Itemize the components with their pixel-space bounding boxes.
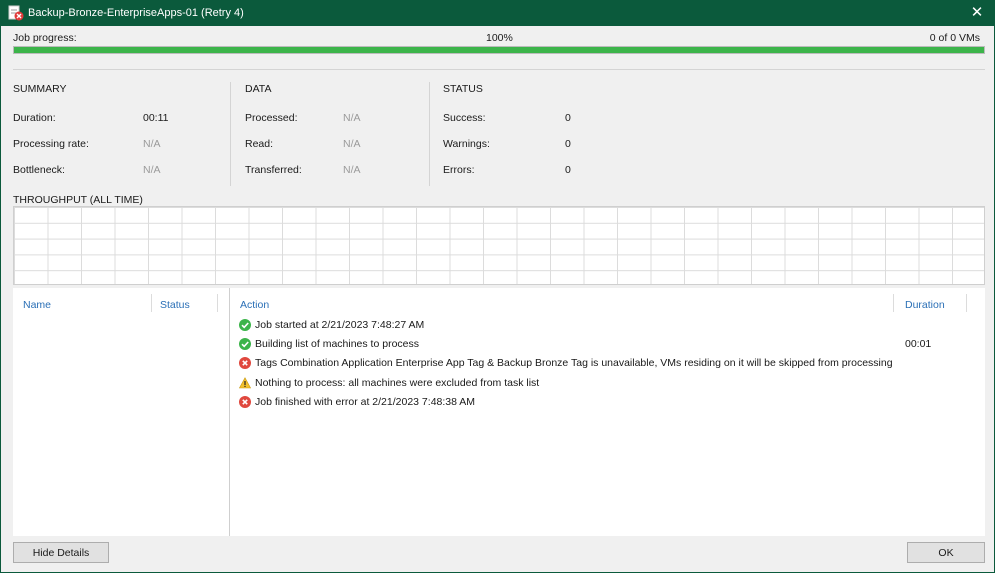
transferred-label: Transferred: (245, 164, 302, 176)
log-entry[interactable]: Job started at 2/21/2023 7:48:27 AM (239, 318, 424, 332)
log-entry-text: Nothing to process: all machines were ex… (255, 377, 540, 389)
column-separator (966, 294, 967, 312)
hide-details-button[interactable]: Hide Details (13, 542, 109, 563)
divider (230, 82, 231, 186)
read-label: Read: (245, 138, 274, 150)
status-heading: STATUS (443, 83, 483, 95)
column-header-name[interactable]: Name (23, 299, 51, 311)
vm-count: 0 of 0 VMs (929, 32, 980, 44)
read-value: N/A (343, 138, 361, 150)
close-icon[interactable]: ✕ (967, 3, 987, 23)
log-entry[interactable]: Tags Combination Application Enterprise … (239, 356, 893, 370)
duration-value: 00:11 (143, 112, 169, 124)
column-header-duration[interactable]: Duration (905, 299, 945, 311)
throughput-chart (13, 206, 985, 285)
processing-rate-value: N/A (143, 138, 161, 150)
log-entry-text: Job started at 2/21/2023 7:48:27 AM (255, 319, 425, 331)
log-entry-duration: 00:01 (905, 338, 932, 350)
log-entry[interactable]: Nothing to process: all machines were ex… (238, 376, 540, 390)
pane-divider[interactable] (229, 288, 230, 536)
summary-heading: SUMMARY (13, 83, 67, 95)
log-entry[interactable]: Job finished with error at 2/21/2023 7:4… (239, 395, 475, 409)
success-icon (239, 319, 251, 331)
divider (429, 82, 430, 186)
warnings-label: Warnings: (443, 138, 490, 150)
error-icon (239, 396, 251, 408)
log-entry-text: Tags Combination Application Enterprise … (255, 357, 893, 369)
details-pane: Name Status Action Duration Job started … (13, 288, 985, 536)
log-entry[interactable]: Building list of machines to process (239, 337, 419, 351)
throughput-heading: THROUGHPUT (ALL TIME) (13, 194, 143, 206)
success-icon (239, 338, 251, 350)
ok-button[interactable]: OK (907, 542, 985, 563)
bottleneck-label: Bottleneck: (13, 164, 65, 176)
job-progress-percent: 100% (486, 32, 513, 44)
transferred-value: N/A (343, 164, 361, 176)
job-progress-fill (14, 47, 984, 53)
job-progress-bar (13, 46, 985, 54)
log-entry-text: Job finished with error at 2/21/2023 7:4… (255, 396, 476, 408)
veeam-job-icon (7, 4, 25, 22)
success-label: Success: (443, 112, 486, 124)
processed-label: Processed: (245, 112, 298, 124)
job-progress-label: Job progress: (13, 32, 77, 44)
bottleneck-value: N/A (143, 164, 161, 176)
column-separator (217, 294, 218, 312)
duration-label: Duration: (13, 112, 56, 124)
column-separator (151, 294, 152, 312)
title-bar: Backup-Bronze-EnterpriseApps-01 (Retry 4… (0, 0, 995, 26)
warnings-value: 0 (565, 138, 571, 150)
window-title: Backup-Bronze-EnterpriseApps-01 (Retry 4… (28, 7, 244, 19)
column-header-status[interactable]: Status (160, 299, 190, 311)
divider (13, 69, 985, 70)
log-entry-text: Building list of machines to process (255, 338, 419, 350)
errors-value: 0 (565, 164, 571, 176)
processing-rate-label: Processing rate: (13, 138, 89, 150)
warning-icon (238, 377, 252, 389)
error-icon (239, 357, 251, 369)
data-heading: DATA (245, 83, 272, 95)
processed-value: N/A (343, 112, 361, 124)
success-value: 0 (565, 112, 571, 124)
errors-label: Errors: (443, 164, 475, 176)
job-details-panel: Job progress: 100% 0 of 0 VMs SUMMARY Du… (2, 26, 993, 571)
column-header-action[interactable]: Action (240, 299, 269, 311)
column-separator (893, 294, 894, 312)
